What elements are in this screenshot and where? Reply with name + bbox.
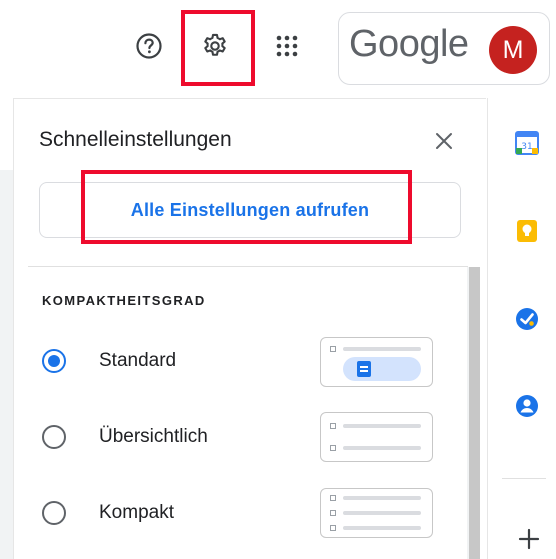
help-icon <box>136 33 162 59</box>
divider <box>28 266 468 267</box>
scrollbar-thumb[interactable] <box>469 267 480 559</box>
keep-icon <box>517 220 537 242</box>
preview-pill <box>343 357 421 381</box>
svg-text:31: 31 <box>521 142 532 152</box>
close-icon <box>436 133 452 149</box>
close-button[interactable] <box>430 127 458 155</box>
rail-divider <box>502 478 546 479</box>
document-icon <box>357 361 371 377</box>
option-label: Standard <box>99 350 177 371</box>
google-logo: Google <box>349 23 469 65</box>
option-label: Kompakt <box>99 502 174 523</box>
tasks-icon <box>516 308 538 330</box>
tasks-app[interactable] <box>515 307 539 331</box>
account-chip[interactable]: Google M <box>338 12 550 85</box>
density-option-comfortable[interactable]: Übersichtlich <box>42 417 342 457</box>
add-icon <box>518 528 540 550</box>
keep-app[interactable] <box>515 219 539 243</box>
calendar-icon: 31 <box>515 131 539 155</box>
density-option-standard[interactable]: Standard <box>42 341 342 381</box>
avatar[interactable]: M <box>489 26 537 74</box>
apps-button[interactable] <box>269 28 305 64</box>
left-scroll-rail <box>0 170 13 559</box>
option-label: Übersichtlich <box>99 426 208 447</box>
contacts-app[interactable] <box>515 394 539 418</box>
radio-standard[interactable] <box>42 349 66 373</box>
add-addon-button[interactable] <box>518 528 540 550</box>
all-settings-highlight-box <box>81 170 412 244</box>
standard-preview[interactable] <box>320 337 433 387</box>
gear-highlight-box <box>181 10 255 86</box>
quick-settings-panel: Schnelleinstellungen Alle Einstellungen … <box>13 98 486 559</box>
radio-comfortable[interactable] <box>42 425 66 449</box>
panel-title: Schnelleinstellungen <box>39 128 232 151</box>
help-button[interactable] <box>131 28 167 64</box>
compact-preview[interactable] <box>320 488 433 538</box>
contacts-icon <box>516 395 538 417</box>
density-section-label: KOMPAKTHEITSGRAD <box>42 293 206 308</box>
radio-compact[interactable] <box>42 501 66 525</box>
comfortable-preview[interactable] <box>320 412 433 462</box>
density-option-compact[interactable]: Kompakt <box>42 493 342 533</box>
apps-grid-icon <box>276 35 298 57</box>
side-app-rail: 31 <box>487 98 556 559</box>
calendar-app[interactable]: 31 <box>515 131 539 155</box>
